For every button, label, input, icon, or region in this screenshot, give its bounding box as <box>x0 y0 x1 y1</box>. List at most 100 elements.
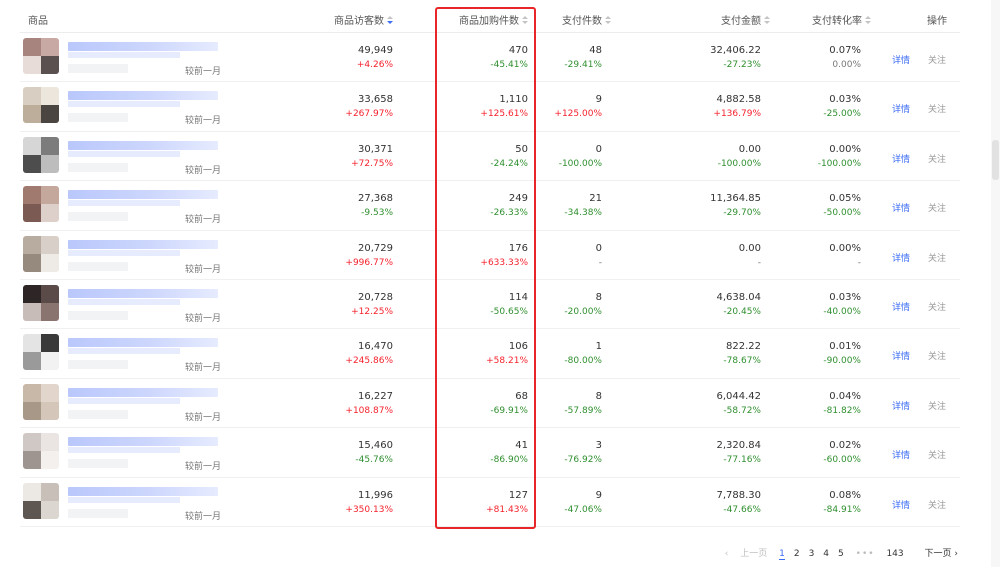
cell-visitors: 49,949 +4.26% <box>273 33 393 82</box>
product-name-redacted <box>68 150 180 157</box>
follow-link[interactable]: 关注 <box>928 152 946 165</box>
conversion-delta: -50.00% <box>823 208 861 219</box>
header-conversion[interactable]: 支付转化率 <box>812 12 871 27</box>
detail-link[interactable]: 详情 <box>892 399 910 412</box>
pay-items-delta: -100.00% <box>558 158 602 169</box>
sort-icon[interactable] <box>865 16 871 25</box>
detail-link[interactable]: 详情 <box>892 349 910 362</box>
product-id-redacted <box>68 113 128 123</box>
follow-link[interactable]: 关注 <box>928 251 946 264</box>
cell-pay-items: 3 -76.92% <box>482 428 602 477</box>
page-5[interactable]: 5 <box>838 549 844 559</box>
product-thumbnail[interactable] <box>23 186 59 223</box>
cell-pay-items: 8 -57.89% <box>482 379 602 428</box>
header-visitors[interactable]: 商品访客数 <box>334 12 393 27</box>
product-thumbnail[interactable] <box>23 433 59 470</box>
compare-label: 较前一月 <box>185 363 222 374</box>
header-cart-adds[interactable]: 商品加购件数 <box>459 12 528 27</box>
pay-items-delta: -47.06% <box>564 504 602 515</box>
product-thumbnail[interactable] <box>23 482 59 519</box>
scrollbar[interactable] <box>991 0 1000 567</box>
cell-pay-items: 8 -20.00% <box>482 280 602 329</box>
follow-link[interactable]: 关注 <box>928 300 946 313</box>
sort-icon[interactable] <box>764 16 770 25</box>
product-thumbnail[interactable] <box>23 235 59 272</box>
detail-link[interactable]: 详情 <box>892 53 910 66</box>
product-thumbnail[interactable] <box>23 334 59 371</box>
follow-link[interactable]: 关注 <box>928 102 946 115</box>
cell-conversion: 0.04% -81.82% <box>741 379 861 428</box>
product-name-redacted[interactable] <box>68 42 218 51</box>
sort-icon[interactable] <box>522 16 528 25</box>
visitors-value: 33,658 <box>358 94 393 106</box>
table-row: 较前一月 49,949 +4.26% 470 -45.41% 48 -29.41% 32,40… <box>20 33 960 83</box>
product-id-redacted <box>68 459 128 469</box>
detail-link[interactable]: 详情 <box>892 152 910 165</box>
visitors-delta: +12.25% <box>351 306 393 317</box>
pay-items-delta: -29.41% <box>564 60 602 70</box>
conversion-value: 0.03% <box>829 291 861 303</box>
detail-link[interactable]: 详情 <box>892 300 910 313</box>
visitors-delta: +350.13% <box>345 504 393 515</box>
product-thumbnail[interactable] <box>23 383 59 420</box>
page-3[interactable]: 3 <box>809 549 815 559</box>
conversion-value: 0.00% <box>829 242 861 254</box>
cell-visitors: 11,996 +350.13% <box>273 478 393 527</box>
product-thumbnail[interactable] <box>23 284 59 321</box>
pay-items-value: 3 <box>595 440 602 452</box>
cell-conversion: 0.01% -90.00% <box>741 329 861 378</box>
follow-link[interactable]: 关注 <box>928 201 946 214</box>
prev-page-button[interactable]: ‹ 上一页 <box>725 546 767 559</box>
follow-link[interactable]: 关注 <box>928 53 946 66</box>
table-row: 较前一月 27,368 -9.53% 249 -26.33% 21 -34.38% 11,36… <box>20 181 960 231</box>
product-thumbnail[interactable] <box>23 87 59 124</box>
scrollbar-thumb[interactable] <box>992 140 999 180</box>
product-name-redacted[interactable] <box>68 387 218 397</box>
next-page-button[interactable]: 下一页 › <box>916 546 958 559</box>
product-name-redacted <box>68 298 180 305</box>
header-pay-amount[interactable]: 支付金额 <box>721 12 770 27</box>
header-product: 商品 <box>28 16 48 27</box>
compare-label: 较前一月 <box>185 313 222 324</box>
pay-items-value: 0 <box>595 242 602 254</box>
follow-link[interactable]: 关注 <box>928 448 946 461</box>
detail-link[interactable]: 详情 <box>892 201 910 214</box>
cell-visitors: 33,658 +267.97% <box>273 82 393 131</box>
detail-link[interactable]: 详情 <box>892 448 910 461</box>
page-last[interactable]: 143 <box>886 549 903 559</box>
sort-desc-icon[interactable] <box>387 16 393 25</box>
table-row: 较前一月 20,729 +996.77% 176 +633.33% 0-0.00-0.00… <box>20 231 960 280</box>
follow-link[interactable]: 关注 <box>928 399 946 412</box>
visitors-value: 30,371 <box>358 143 393 155</box>
product-name-redacted[interactable] <box>68 190 218 200</box>
conversion-delta: -60.00% <box>823 455 861 466</box>
product-name-redacted[interactable] <box>68 140 218 150</box>
cell-visitors: 20,728 +12.25% <box>273 280 393 329</box>
follow-link[interactable]: 关注 <box>928 349 946 362</box>
page-4[interactable]: 4 <box>823 549 829 559</box>
product-thumbnail[interactable] <box>23 136 59 173</box>
header-pay-items[interactable]: 支付件数 <box>562 12 611 27</box>
product-thumbnail[interactable] <box>23 38 59 74</box>
detail-link[interactable]: 详情 <box>892 251 910 264</box>
product-name-redacted[interactable] <box>68 91 218 101</box>
table-row: 较前一月 33,658 +267.97% 1,110 +125.61% 9 +125.00%… <box>20 82 960 132</box>
page-2[interactable]: 2 <box>794 549 800 559</box>
follow-link[interactable]: 关注 <box>928 498 946 511</box>
detail-link[interactable]: 详情 <box>892 102 910 115</box>
product-name-redacted[interactable] <box>68 486 218 496</box>
product-name-redacted[interactable] <box>68 437 218 447</box>
conversion-value: 0.05% <box>829 193 861 205</box>
conversion-value: 0.08% <box>829 489 861 501</box>
sort-icon[interactable] <box>605 16 611 25</box>
table-row: 较前一月 30,371 +72.75% 50 -24.24% 0 -100.00% 0.00-… <box>20 132 960 182</box>
detail-link[interactable]: 详情 <box>892 498 910 511</box>
page-1[interactable]: 1 <box>779 549 785 560</box>
product-name-redacted[interactable] <box>68 239 218 249</box>
pager-ellipsis[interactable]: ••• <box>856 549 875 559</box>
product-name-redacted[interactable] <box>68 338 218 348</box>
product-id-redacted <box>68 409 128 419</box>
cell-conversion: 0.07% 0.00% <box>741 33 861 82</box>
product-name-redacted[interactable] <box>68 288 218 298</box>
product-table: 商品 商品访客数 商品加购件数 支付件数 支付金额 支付转化率 操作 较前一月 4… <box>20 0 960 527</box>
